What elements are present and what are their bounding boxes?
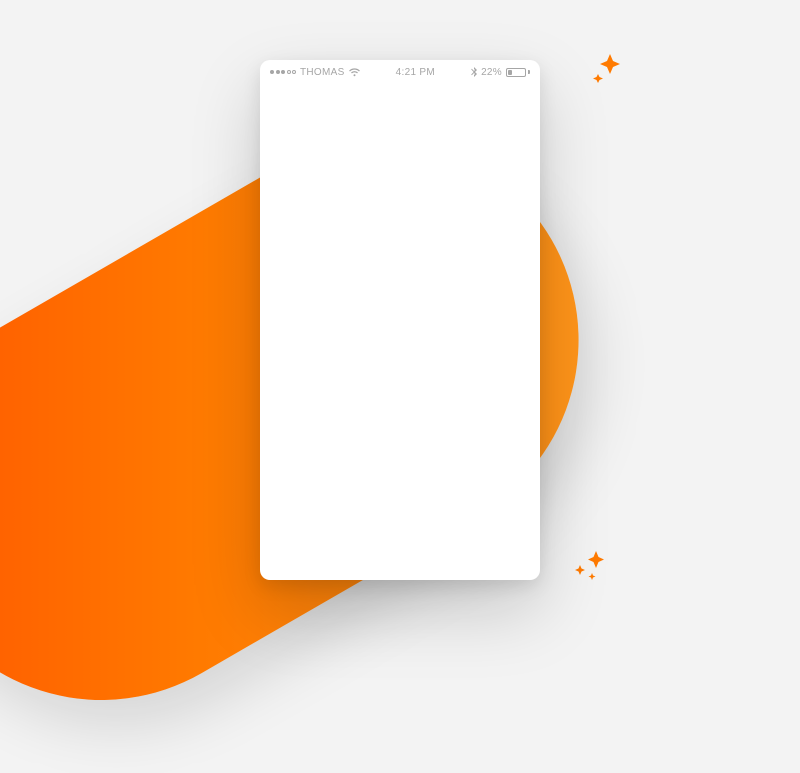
phone-mockup: THOMAS 4:21 PM 22% xyxy=(260,60,540,580)
sparkle-icon xyxy=(570,545,610,585)
sparkle-icon xyxy=(590,50,626,86)
signal-strength-icon xyxy=(270,70,296,74)
battery-percent-label: 22% xyxy=(481,67,502,78)
bluetooth-icon xyxy=(471,67,477,77)
status-bar-right: 22% xyxy=(471,67,530,78)
status-bar-time: 4:21 PM xyxy=(396,67,435,78)
wifi-icon xyxy=(349,68,360,77)
status-bar: THOMAS 4:21 PM 22% xyxy=(260,60,540,84)
status-bar-left: THOMAS xyxy=(270,67,360,78)
carrier-label: THOMAS xyxy=(300,67,345,78)
battery-icon xyxy=(506,68,530,77)
